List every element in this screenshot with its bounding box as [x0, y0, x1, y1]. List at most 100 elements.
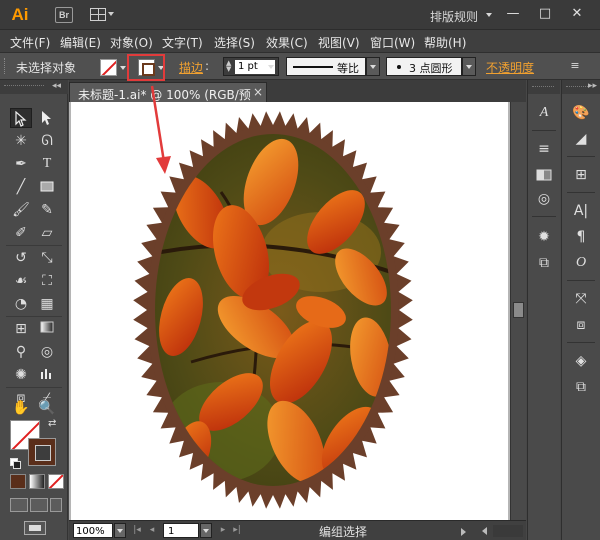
lasso-tool-icon[interactable]: ᘏ — [36, 131, 58, 151]
color-guide-icon[interactable]: ◢ — [569, 128, 593, 150]
menu-view[interactable]: 视图(V) — [318, 34, 360, 51]
none-mode-button[interactable] — [48, 474, 64, 489]
pencil-tool-icon[interactable]: ✎ — [36, 200, 58, 220]
arrange-documents-button[interactable] — [90, 8, 116, 22]
menu-object[interactable]: 对象(O) — [110, 34, 153, 51]
oval-photo-frame-artwork[interactable] — [71, 102, 508, 520]
scroll-left-icon[interactable] — [479, 525, 491, 537]
mesh-tool-icon[interactable]: ⊞ — [10, 319, 32, 339]
panel-grip[interactable] — [4, 58, 7, 74]
column-graph-tool-icon[interactable] — [36, 365, 58, 385]
pen-tool-icon[interactable]: ✒ — [10, 154, 32, 174]
shape-builder-tool-icon[interactable]: ◔ — [10, 294, 32, 314]
direct-selection-tool-icon[interactable] — [36, 108, 58, 128]
panel-grip[interactable] — [532, 86, 554, 89]
previous-artboard-icon[interactable]: ◂ — [146, 524, 158, 537]
variable-width-profile[interactable]: 等比 — [286, 57, 366, 76]
close-button[interactable]: ✕ — [566, 4, 588, 24]
control-bar-menu-icon[interactable]: ≡ — [568, 59, 582, 73]
paragraph-panel-icon[interactable]: ¶ — [569, 226, 593, 248]
brush-definition[interactable]: 3 点圆形 — [386, 57, 462, 76]
menu-select[interactable]: 选择(S) — [214, 34, 255, 51]
go-to-bridge-button[interactable]: Br — [55, 7, 73, 23]
horizontal-scrollbar[interactable] — [493, 525, 523, 537]
stroke-panel-link[interactable]: 描边 — [179, 59, 203, 76]
next-artboard-icon[interactable]: ▸ — [217, 524, 229, 537]
zoom-level-field[interactable]: 100% — [73, 523, 113, 538]
minimize-button[interactable]: — — [502, 4, 524, 24]
opentype-panel-icon[interactable]: O — [569, 252, 593, 274]
draw-inside-button[interactable] — [50, 498, 62, 512]
stroke-panel-icon[interactable]: ≡ — [532, 138, 556, 160]
workspace-switcher[interactable]: 排版规则 — [430, 8, 478, 25]
stepper-icon[interactable]: ▲ ▼ — [226, 60, 232, 73]
artboard-dropdown[interactable] — [200, 523, 212, 538]
chevron-down-icon[interactable] — [486, 13, 492, 17]
scrollbar-thumb[interactable] — [513, 302, 524, 318]
perspective-grid-tool-icon[interactable]: ▦ — [36, 294, 58, 314]
first-artboard-icon[interactable]: |◂ — [131, 524, 143, 537]
dock-header[interactable]: ▸▸ — [562, 80, 600, 94]
draw-behind-button[interactable] — [30, 498, 48, 512]
gradient-panel-icon[interactable] — [532, 164, 556, 186]
brush-dropdown[interactable] — [462, 57, 476, 76]
tools-panel-header[interactable]: ◂◂ — [0, 80, 68, 94]
menu-edit[interactable]: 编辑(E) — [60, 34, 101, 51]
menu-type[interactable]: 文字(T) — [162, 34, 203, 51]
scale-tool-icon[interactable]: ⤡ — [36, 248, 58, 268]
opacity-panel-link[interactable]: 不透明度 — [486, 59, 534, 76]
layers-panel-icon[interactable]: ◈ — [569, 350, 593, 372]
rectangle-tool-icon[interactable] — [36, 177, 58, 197]
appearance-panel-icon[interactable]: ✹ — [532, 226, 556, 248]
panel-grip[interactable] — [4, 85, 44, 88]
gradient-tool-icon[interactable] — [36, 319, 58, 339]
maximize-button[interactable]: □ — [534, 4, 556, 24]
eraser-tool-icon[interactable]: ▱ — [36, 223, 58, 243]
color-mode-button[interactable] — [10, 474, 26, 489]
swatches-panel-icon[interactable]: ⊞ — [569, 164, 593, 186]
menu-effect[interactable]: 效果(C) — [266, 34, 308, 51]
menu-file[interactable]: 文件(F) — [10, 34, 50, 51]
canvas-area[interactable] — [69, 102, 510, 520]
blend-tool-icon[interactable]: ◎ — [36, 342, 58, 362]
swap-fill-stroke-icon[interactable]: ⇄ — [48, 418, 60, 430]
panel-grip[interactable] — [566, 86, 588, 89]
chevron-down-icon[interactable] — [268, 65, 274, 69]
character-styles-icon[interactable]: A — [532, 102, 556, 124]
artboards-panel-icon[interactable]: ⧉ — [569, 376, 593, 398]
eyedropper-tool-icon[interactable]: ⚲ — [10, 342, 32, 362]
last-artboard-icon[interactable]: ▸| — [231, 524, 243, 537]
color-panel-icon[interactable]: 🎨 — [569, 102, 593, 124]
magic-wand-tool-icon[interactable]: ✳ — [10, 131, 32, 151]
gradient-mode-button[interactable] — [29, 474, 45, 489]
type-tool-icon[interactable]: T — [36, 154, 58, 174]
draw-normal-button[interactable] — [10, 498, 28, 512]
fill-color-swatch[interactable] — [100, 59, 117, 76]
paintbrush-tool-icon[interactable]: 🖌 — [10, 200, 32, 220]
zoom-tool-icon[interactable]: 🔍 — [36, 398, 58, 418]
dock-header[interactable] — [528, 80, 560, 94]
stroke-swatch-large[interactable] — [28, 438, 56, 466]
collapse-icon[interactable]: ◂◂ — [52, 81, 61, 91]
hand-tool-icon[interactable]: ✋ — [10, 398, 32, 418]
graphic-styles-icon[interactable]: ⧉ — [532, 252, 556, 274]
default-colors-icon[interactable] — [10, 458, 21, 469]
warp-tool-icon[interactable]: ☙ — [10, 271, 32, 291]
line-tool-icon[interactable]: ╱ — [10, 177, 32, 197]
symbol-sprayer-tool-icon[interactable]: ✺ — [10, 365, 32, 385]
transparency-panel-icon[interactable]: ◎ — [532, 188, 556, 210]
collapse-icon[interactable]: ▸▸ — [588, 81, 597, 91]
zoom-dropdown[interactable] — [114, 523, 126, 538]
menu-window[interactable]: 窗口(W) — [370, 34, 415, 51]
chevron-down-icon[interactable] — [120, 66, 126, 70]
free-transform-tool-icon[interactable]: ⛶ — [36, 271, 58, 291]
align-panel-icon[interactable]: ⤧ — [569, 288, 593, 310]
selection-tool-icon[interactable] — [10, 108, 32, 128]
artboard-number-field[interactable]: 1 — [163, 523, 199, 538]
rotate-tool-icon[interactable]: ↺ — [10, 248, 32, 268]
screen-mode-button[interactable] — [24, 521, 46, 535]
artboard[interactable] — [71, 102, 508, 520]
character-panel-icon[interactable]: A| — [569, 200, 593, 222]
close-tab-icon[interactable]: × — [253, 85, 263, 99]
transform-panel-icon[interactable]: ⧈ — [569, 314, 593, 336]
